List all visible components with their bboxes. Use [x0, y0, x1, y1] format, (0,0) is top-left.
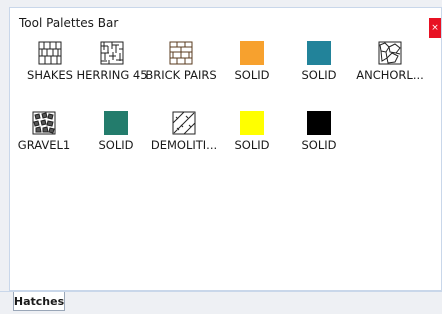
tool-label: DEMOLITI...	[150, 138, 218, 152]
brick-pairs-hatch-icon	[169, 41, 193, 65]
tool-solid-orange[interactable]: SOLID	[215, 41, 289, 82]
tool-brick-pairs[interactable]: BRICK PAIRS	[144, 41, 218, 82]
tool-label: BRICK PAIRS	[145, 68, 217, 82]
tool-demolition[interactable]: DEMOLITI...	[147, 111, 221, 152]
tool-label: SOLID	[234, 138, 270, 152]
tool-label: SOLID	[301, 68, 337, 82]
tab-hatches[interactable]: Hatches	[13, 292, 65, 311]
tool-solid-yellow[interactable]: SOLID	[215, 111, 289, 152]
close-button[interactable]: ×	[429, 18, 441, 38]
tool-solid-green[interactable]: SOLID	[79, 111, 153, 152]
tool-label: HERRING 45	[76, 68, 148, 82]
tool-label: GRAVEL1	[17, 138, 71, 152]
tool-gravel1[interactable]: GRAVEL1	[7, 111, 81, 152]
tool-label: SOLID	[301, 138, 337, 152]
gravel-hatch-icon	[32, 111, 56, 135]
palette-title: Tool Palettes Bar	[19, 16, 119, 30]
shakes-hatch-icon	[38, 41, 62, 65]
herring-hatch-icon	[100, 41, 124, 65]
solid-swatch-icon	[307, 111, 331, 135]
tool-herring-45[interactable]: HERRING 45	[75, 41, 149, 82]
tool-anchorlock[interactable]: ANCHORL...	[353, 41, 427, 82]
tool-label: ANCHORL...	[356, 68, 424, 82]
tool-solid-black[interactable]: SOLID	[282, 111, 356, 152]
solid-swatch-icon	[307, 41, 331, 65]
solid-swatch-icon	[240, 41, 264, 65]
palette-tab-bar: Hatches	[0, 291, 442, 314]
tool-label: SOLID	[98, 138, 134, 152]
tool-label: SOLID	[234, 68, 270, 82]
anchorlock-hatch-icon	[378, 41, 402, 65]
tool-palette-window: Tool Palettes Bar × SHAKES HERRING 45 BR…	[9, 7, 442, 291]
tool-solid-teal[interactable]: SOLID	[282, 41, 356, 82]
solid-swatch-icon	[240, 111, 264, 135]
solid-swatch-icon	[104, 111, 128, 135]
demolition-hatch-icon	[172, 111, 196, 135]
